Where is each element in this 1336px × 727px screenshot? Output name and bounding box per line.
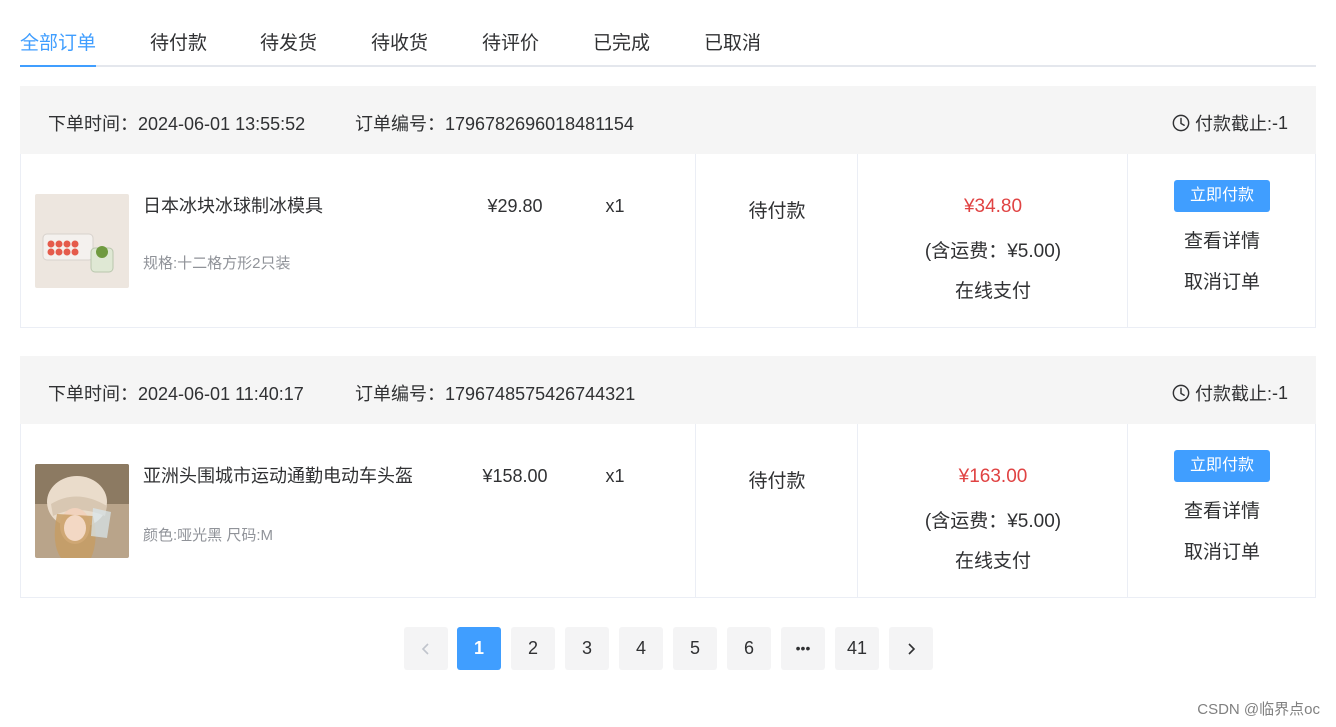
order-header: 下单时间：2024-06-01 11:40:17 订单编号：1796748575…: [20, 356, 1316, 424]
payment-deadline: 付款截止: -1: [1172, 110, 1288, 136]
tab-pending-receipt[interactable]: 待收货: [371, 28, 428, 55]
order-actions: 立即付款 查看详情 取消订单: [1128, 424, 1316, 564]
tab-pending-review[interactable]: 待评价: [482, 28, 539, 55]
deadline-label: 付款截止:: [1194, 384, 1272, 404]
order-time-label: 下单时间：: [48, 384, 138, 404]
order-card: 下单时间：2024-06-01 13:55:52 订单编号：1796782696…: [20, 86, 1316, 328]
tab-cancelled[interactable]: 已取消: [704, 28, 761, 55]
quantity: x1: [605, 196, 625, 216]
order-time: 下单时间：2024-06-01 13:55:52: [48, 110, 305, 136]
view-details-link[interactable]: 查看详情: [1128, 226, 1316, 253]
page-5-button[interactable]: 5: [673, 627, 717, 670]
tab-pending-shipment[interactable]: 待发货: [260, 28, 317, 55]
order-time-value: 2024-06-01 11:40:17: [138, 384, 304, 404]
next-page-button[interactable]: [889, 627, 933, 670]
order-actions: 立即付款 查看详情 取消订单: [1128, 154, 1316, 294]
product-image[interactable]: [35, 194, 129, 288]
product-name[interactable]: 亚洲头围城市运动通勤电动车头盔: [143, 464, 413, 489]
order-number-value: 1796782696018481154: [445, 114, 634, 134]
order-time-label: 下单时间：: [48, 114, 138, 134]
deadline-value: -1: [1271, 382, 1288, 403]
page-6-button[interactable]: 6: [727, 627, 771, 670]
page-41-button[interactable]: 41: [835, 627, 879, 670]
prev-page-button[interactable]: [404, 627, 448, 670]
cancel-order-link[interactable]: 取消订单: [1128, 537, 1316, 564]
order-time-value: 2024-06-01 13:55:52: [138, 114, 306, 134]
order-body: 亚洲头围城市运动通勤电动车头盔 颜色:哑光黑 尺码:M ¥158.00 x1 待…: [20, 424, 1316, 598]
clock-icon: [1172, 114, 1190, 132]
order-time: 下单时间：2024-06-01 11:40:17: [48, 380, 304, 406]
order-header: 下单时间：2024-06-01 13:55:52 订单编号：1796782696…: [20, 86, 1316, 154]
payment-info: ¥163.00 (含运费：¥5.00) 在线支付: [858, 424, 1128, 572]
page-4-button[interactable]: 4: [619, 627, 663, 670]
column-divider: [695, 424, 696, 597]
unit-price: ¥158.00: [482, 466, 548, 486]
order-status: 待付款: [748, 471, 806, 492]
order-status: 待付款: [748, 201, 806, 222]
page-3-button[interactable]: 3: [565, 627, 609, 670]
view-details-link[interactable]: 查看详情: [1128, 496, 1316, 523]
pay-now-button[interactable]: 立即付款: [1174, 450, 1270, 482]
product-spec: 规格:十二格方形2只装: [143, 255, 291, 272]
payment-info: ¥34.80 (含运费：¥5.00) 在线支付: [858, 154, 1128, 302]
deadline-label: 付款截止:: [1194, 114, 1272, 134]
watermark: CSDN @临界点oc: [1197, 701, 1320, 718]
order-number-value: 1796748575426744321: [445, 384, 636, 404]
product-image[interactable]: [35, 464, 129, 558]
shipping-fee: (含运费：¥5.00): [924, 511, 1062, 532]
deadline-value: -1: [1271, 112, 1288, 133]
order-number-label: 订单编号：: [355, 384, 445, 404]
page-2-button[interactable]: 2: [511, 627, 555, 670]
tab-completed[interactable]: 已完成: [593, 28, 650, 55]
clock-icon: [1172, 384, 1190, 402]
payment-method: 在线支付: [954, 281, 1031, 302]
order-number-label: 订单编号：: [355, 114, 445, 134]
active-tab-indicator: [20, 65, 96, 67]
cancel-order-link[interactable]: 取消订单: [1128, 267, 1316, 294]
page-ellipsis-button[interactable]: •••: [781, 627, 825, 670]
order-card: 下单时间：2024-06-01 11:40:17 订单编号：1796748575…: [20, 356, 1316, 598]
payment-deadline: 付款截止: -1: [1172, 380, 1288, 406]
payment-method: 在线支付: [954, 551, 1031, 572]
tab-all-orders[interactable]: 全部订单: [20, 28, 96, 55]
order-total: ¥34.80: [963, 196, 1023, 217]
order-number: 订单编号：1796782696018481154: [355, 110, 634, 136]
quantity: x1: [605, 466, 625, 486]
pay-now-button[interactable]: 立即付款: [1174, 180, 1270, 212]
page-1-button[interactable]: 1: [457, 627, 501, 670]
order-total: ¥163.00: [958, 466, 1028, 487]
order-tabs: 全部订单 待付款 待发货 待收货 待评价 已完成 已取消: [20, 18, 1316, 67]
chevron-right-icon: [908, 643, 916, 655]
shipping-fee: (含运费：¥5.00): [924, 241, 1062, 262]
product-name[interactable]: 日本冰块冰球制冰模具: [143, 194, 413, 219]
order-body: 日本冰块冰球制冰模具 规格:十二格方形2只装 ¥29.80 x1 待付款 ¥34…: [20, 154, 1316, 328]
unit-price: ¥29.80: [487, 196, 543, 216]
tab-pending-payment[interactable]: 待付款: [150, 28, 207, 55]
column-divider: [695, 154, 696, 327]
order-number: 订单编号：1796748575426744321: [355, 380, 635, 406]
product-spec: 颜色:哑光黑 尺码:M: [143, 527, 273, 544]
chevron-left-icon: [421, 643, 429, 655]
